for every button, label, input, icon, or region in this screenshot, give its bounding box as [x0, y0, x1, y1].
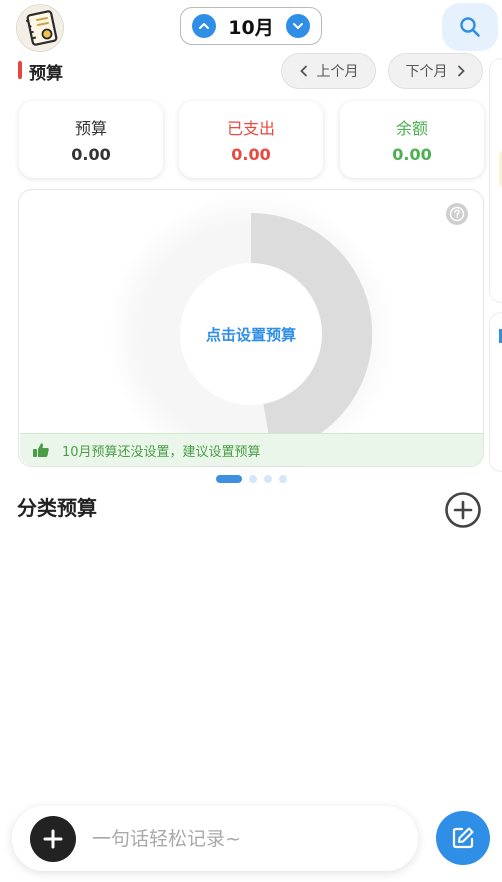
budget-card[interactable]: 预算 0.00 — [19, 101, 163, 178]
chevron-down-icon — [292, 23, 303, 29]
next-month-link-button[interactable]: 下个月 — [388, 53, 483, 89]
add-category-budget-button[interactable] — [444, 491, 482, 529]
page-dot — [264, 475, 272, 483]
notebook-icon — [26, 10, 58, 46]
budget-tip-text: 10月预算还没设置，建议设置预算 — [62, 444, 261, 460]
page-dot-active — [216, 475, 242, 483]
next-page-peek-lower — [489, 312, 502, 472]
spent-card-label: 已支出 — [226, 119, 275, 138]
balance-card[interactable]: 余额 0.00 — [340, 101, 484, 178]
next-page-peek — [489, 58, 502, 303]
balance-card-value: 0.00 — [392, 145, 432, 164]
spent-card-value: 0.00 — [231, 145, 271, 164]
app-logo-avatar[interactable] — [16, 4, 64, 52]
edit-icon — [452, 827, 474, 849]
quick-record-input[interactable] — [92, 827, 392, 850]
month-switcher: 10月 — [180, 7, 322, 45]
search-button[interactable] — [442, 3, 498, 51]
budget-card-label: 预算 — [74, 119, 107, 138]
page-dot — [249, 475, 257, 483]
help-button[interactable] — [446, 203, 468, 225]
edit-record-button[interactable] — [436, 811, 490, 865]
chevron-left-icon — [299, 65, 307, 77]
category-budget-title: 分类预算 — [17, 496, 97, 520]
thumbs-up-icon — [33, 443, 49, 457]
prev-month-label: 上个月 — [316, 64, 359, 80]
chevron-right-icon — [457, 65, 465, 77]
spent-card[interactable]: 已支出 0.00 — [179, 101, 323, 178]
budget-tip-bar[interactable]: 10月预算还没设置，建议设置预算 — [20, 433, 483, 466]
next-month-label: 下个月 — [405, 64, 448, 80]
budget-card-value: 0.00 — [71, 145, 111, 164]
set-budget-button[interactable]: 点击设置预算 — [180, 263, 322, 405]
plus-icon — [43, 829, 63, 848]
chevron-up-icon — [199, 23, 209, 29]
page-dot — [279, 475, 287, 483]
search-icon — [460, 17, 480, 37]
balance-card-label: 余额 — [395, 119, 428, 138]
quick-record-bar — [12, 806, 418, 871]
plus-circle-icon — [445, 492, 481, 528]
next-month-button[interactable] — [285, 14, 310, 38]
prev-month-button[interactable]: 上个月 — [281, 53, 376, 89]
page-indicator — [216, 475, 287, 483]
previous-month-button[interactable] — [192, 14, 216, 38]
current-month[interactable]: 10月 — [228, 13, 273, 40]
budget-section-title: 预算 — [29, 64, 63, 84]
section-accent-bar — [18, 61, 22, 79]
add-record-button[interactable] — [30, 815, 76, 862]
question-icon — [449, 206, 465, 222]
